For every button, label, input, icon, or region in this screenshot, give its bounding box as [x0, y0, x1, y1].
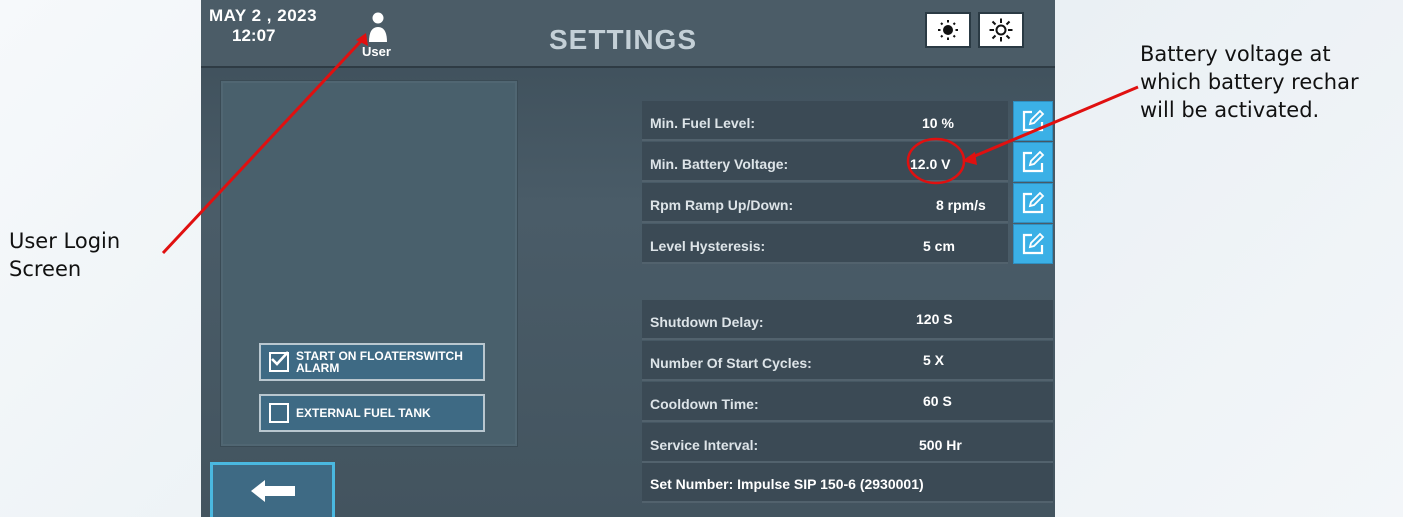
- info-value: 60 S: [923, 393, 952, 409]
- brightness-low-button[interactable]: [925, 12, 971, 48]
- top-bar: MAY 2 , 2023 12:07 User SETTINGS: [201, 0, 1055, 68]
- external-fuel-tank-checkbox[interactable]: EXTERNAL FUEL TANK: [259, 394, 485, 432]
- setting-label: Rpm Ramp Up/Down:: [650, 197, 794, 213]
- edit-min-fuel-level-button[interactable]: [1013, 101, 1053, 141]
- edit-icon: [1022, 150, 1045, 173]
- info-value: 120 S: [916, 311, 953, 327]
- info-row-service-interval: Service Interval: 500 Hr: [642, 423, 1053, 463]
- back-button[interactable]: [210, 462, 335, 517]
- sun-large-icon: [989, 18, 1013, 42]
- info-value: 5 X: [923, 352, 945, 368]
- annotation-user-login: User Login Screen: [9, 227, 120, 283]
- edit-level-hysteresis-button[interactable]: [1013, 224, 1053, 264]
- edit-icon: [1022, 232, 1045, 255]
- setting-value: 8 rpm/s: [936, 197, 986, 213]
- setting-value: 10 %: [922, 115, 954, 131]
- setting-value: 12.0 V: [910, 156, 951, 172]
- edit-icon: [1022, 109, 1045, 132]
- info-row-cooldown-time: Cooldown Time: 60 S: [642, 382, 1053, 422]
- info-label: Shutdown Delay:: [650, 314, 764, 330]
- info-label: Service Interval:: [650, 437, 759, 453]
- annotation-battery-voltage: Battery voltage at which battery rechar …: [1140, 40, 1403, 124]
- setting-label: Level Hysteresis:: [650, 238, 766, 254]
- setting-label: Min. Fuel Level:: [650, 115, 756, 131]
- setting-row-min-battery-voltage: Min. Battery Voltage: 12.0 V: [642, 142, 1008, 182]
- setting-label: Min. Battery Voltage:: [650, 156, 789, 172]
- edit-min-battery-voltage-button[interactable]: [1013, 142, 1053, 182]
- start-on-floaterswitch-checkbox[interactable]: START ON FLOATERSWITCH ALARM: [259, 343, 485, 381]
- options-panel: START ON FLOATERSWITCH ALARM EXTERNAL FU…: [220, 80, 518, 447]
- arrow-left-icon: [250, 480, 295, 502]
- setting-value: 5 cm: [923, 238, 955, 254]
- checkbox-label: START ON FLOATERSWITCH ALARM: [296, 350, 463, 374]
- info-row-start-cycles: Number Of Start Cycles: 5 X: [642, 341, 1053, 381]
- set-number-text: Set Number: Impulse SIP 150-6 (2930001): [650, 476, 924, 492]
- annotation-line: which battery rechar: [1140, 70, 1359, 94]
- page-title: SETTINGS: [549, 24, 698, 55]
- unchecked-checkbox-icon: [269, 403, 289, 423]
- info-label: Number Of Start Cycles:: [650, 355, 812, 371]
- setting-row-min-fuel-level: Min. Fuel Level: 10 %: [642, 101, 1008, 141]
- user-icon[interactable]: [368, 12, 388, 46]
- annotation-line: will be activated.: [1140, 98, 1320, 122]
- user-label[interactable]: User: [362, 44, 391, 59]
- date-display: MAY 2 , 2023: [209, 6, 318, 25]
- setting-row-rpm-ramp: Rpm Ramp Up/Down: 8 rpm/s: [642, 183, 1008, 223]
- setting-row-level-hysteresis: Level Hysteresis: 5 cm: [642, 224, 1008, 264]
- brightness-high-button[interactable]: [978, 12, 1024, 48]
- time-display: 12:07: [232, 26, 276, 45]
- annotation-line: User Login: [9, 229, 121, 253]
- checkbox-label-line: ALARM: [296, 361, 340, 375]
- checkbox-label: EXTERNAL FUEL TANK: [296, 406, 431, 420]
- annotation-line: Screen: [9, 257, 82, 281]
- edit-icon: [1022, 191, 1045, 214]
- hmi-screen: MAY 2 , 2023 12:07 User SETTINGS START O…: [201, 0, 1055, 517]
- annotation-line: Battery voltage at: [1140, 42, 1331, 66]
- edit-rpm-ramp-button[interactable]: [1013, 183, 1053, 223]
- checked-checkbox-icon: [269, 351, 289, 372]
- sun-small-icon: [938, 20, 958, 40]
- info-row-shutdown-delay: Shutdown Delay: 120 S: [642, 300, 1053, 340]
- info-value: 500 Hr: [919, 437, 962, 453]
- info-label: Cooldown Time:: [650, 396, 759, 412]
